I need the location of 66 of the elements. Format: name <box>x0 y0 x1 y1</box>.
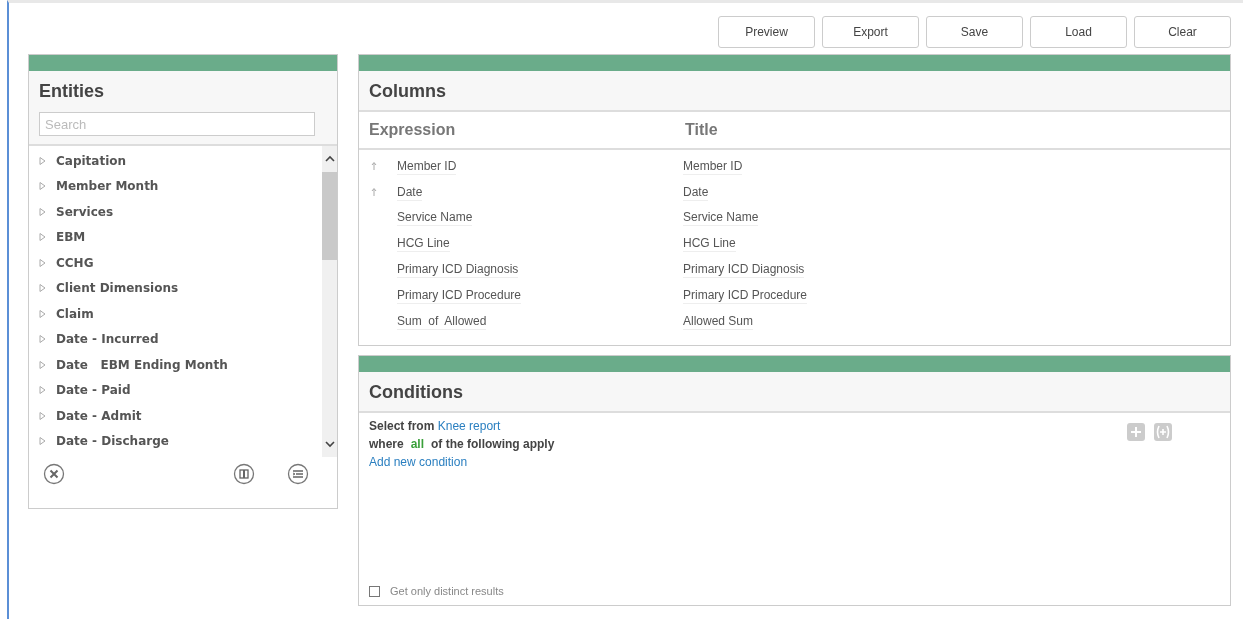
scrollbar[interactable] <box>322 146 337 457</box>
scroll-up-icon[interactable] <box>323 154 336 164</box>
expand-icon[interactable] <box>39 182 46 191</box>
entity-item[interactable]: Date - Incurred <box>56 332 159 347</box>
where-label: where <box>369 437 404 451</box>
expand-icon[interactable] <box>39 258 46 267</box>
add-icon[interactable] <box>1127 423 1145 441</box>
expression-cell[interactable]: Primary ICD Procedure <box>397 287 522 304</box>
add-condition-link[interactable]: Add new condition <box>369 455 468 469</box>
panel-title: Columns <box>369 81 446 101</box>
entity-item[interactable]: Date - Discharge <box>56 434 169 449</box>
search-field[interactable]: Search <box>39 112 315 136</box>
panel-title: Conditions <box>369 382 463 402</box>
entity-item[interactable]: Date - Paid <box>56 383 131 398</box>
title-cell[interactable]: Primary ICD Procedure <box>683 287 808 304</box>
entity-item[interactable]: Client Dimensions <box>56 281 179 296</box>
toolbar-button[interactable]: Export <box>822 16 919 48</box>
title-cell[interactable]: Member ID <box>683 158 743 175</box>
expand-icon[interactable] <box>39 386 46 395</box>
expand-icon[interactable] <box>39 156 46 165</box>
expand-icon[interactable] <box>39 233 46 242</box>
expression-cell[interactable]: Service Name <box>397 210 473 227</box>
entity-item[interactable]: Services <box>56 204 114 219</box>
title-cell[interactable]: Date <box>683 184 709 201</box>
apply-label: of the following apply <box>431 437 555 451</box>
list-icon[interactable] <box>287 463 309 485</box>
expand-icon[interactable] <box>39 437 46 446</box>
expression-cell[interactable]: HCG Line <box>397 236 450 253</box>
title-cell[interactable]: Primary ICD Diagnosis <box>683 262 805 279</box>
toolbar-button[interactable]: Load <box>1030 16 1127 48</box>
entity-item[interactable]: Date EBM Ending Month <box>56 357 228 372</box>
expand-icon[interactable] <box>39 309 46 318</box>
expand-icon[interactable] <box>39 284 46 293</box>
expression-cell[interactable]: Primary ICD Diagnosis <box>397 262 519 279</box>
pause-icon[interactable] <box>233 463 255 485</box>
expand-icon[interactable] <box>39 335 46 344</box>
entity-item[interactable]: EBM <box>56 230 86 245</box>
column-header: Expression <box>369 121 457 139</box>
scroll-down-icon[interactable] <box>323 439 336 449</box>
entity-item[interactable]: Member Month <box>56 179 159 194</box>
sort-arrow-icon[interactable] <box>371 186 377 197</box>
entity-item[interactable]: Capitation <box>56 153 127 168</box>
panel-title: Entities <box>39 81 105 102</box>
sort-arrow-icon[interactable] <box>371 160 377 171</box>
entity-item[interactable]: CCHG <box>56 255 94 270</box>
expand-icon[interactable] <box>39 411 46 420</box>
title-cell[interactable]: Allowed Sum <box>683 313 754 330</box>
expand-icon[interactable] <box>39 207 46 216</box>
expand-icon[interactable] <box>39 360 46 369</box>
expression-cell[interactable]: Sum of Allowed <box>397 313 487 330</box>
title-cell[interactable]: HCG Line <box>683 236 736 253</box>
title-cell[interactable]: Service Name <box>683 210 759 227</box>
expression-cell[interactable]: Date <box>397 184 423 201</box>
entity-item[interactable]: Claim <box>56 306 94 321</box>
toolbar-button[interactable]: Save <box>926 16 1023 48</box>
expression-cell[interactable]: Member ID <box>397 158 457 175</box>
add-group-icon[interactable] <box>1154 423 1172 441</box>
source-link[interactable]: Knee report <box>437 419 501 433</box>
column-header: Title <box>685 121 718 139</box>
select-label: Select from <box>369 419 435 433</box>
remove-icon[interactable] <box>43 463 65 485</box>
toolbar-button[interactable]: Clear <box>1134 16 1231 48</box>
toolbar-button[interactable]: Preview <box>718 16 815 48</box>
checkbox-label: Get only distinct results <box>390 585 504 597</box>
checkbox[interactable] <box>369 585 380 597</box>
entity-item[interactable]: Date - Admit <box>56 408 142 423</box>
